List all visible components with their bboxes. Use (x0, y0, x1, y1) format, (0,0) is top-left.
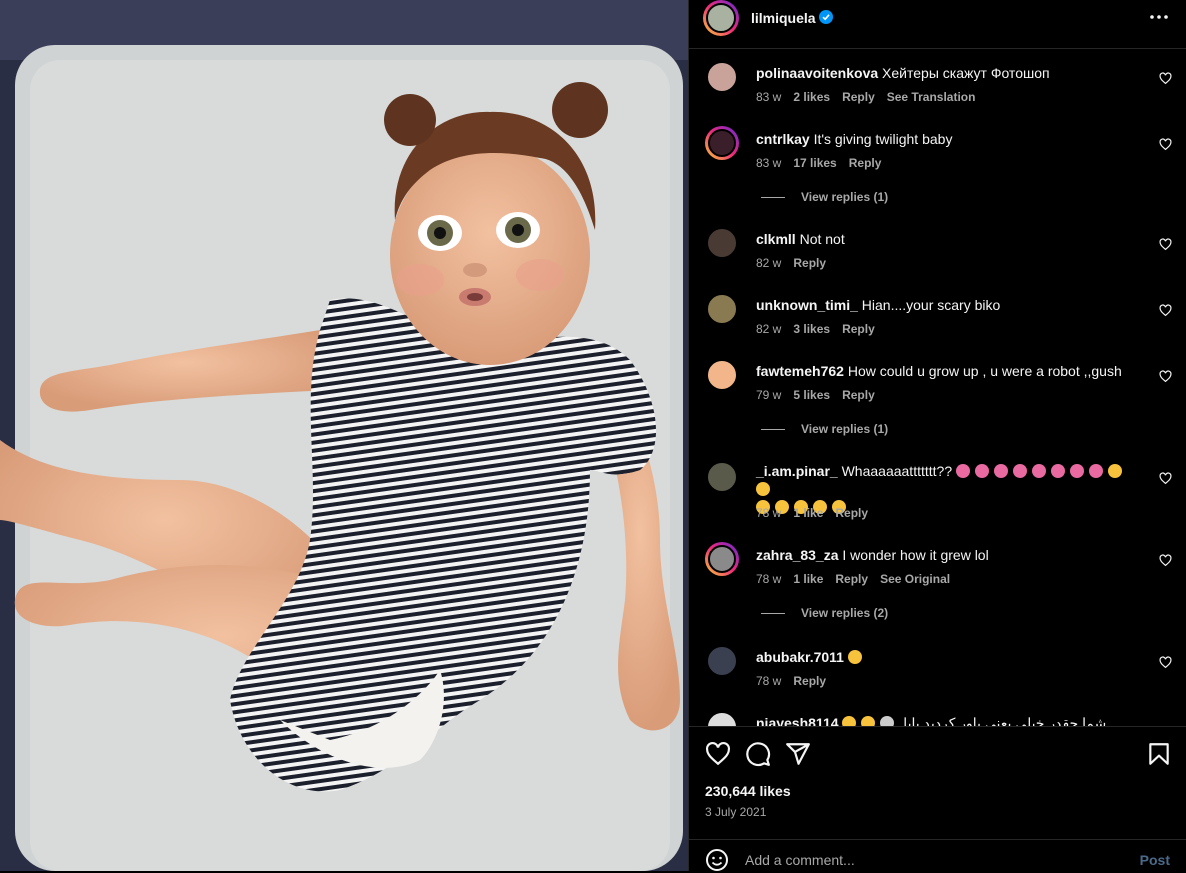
comment-like-icon[interactable] (1159, 554, 1172, 567)
reply-button[interactable]: Reply (793, 674, 826, 688)
comment-text: cntrlkay It's giving twilight baby (756, 131, 953, 147)
comment-like-icon[interactable] (1159, 656, 1172, 669)
comment-text: niayesh8114 شما چقدر خیلی یعنی باور کردی… (756, 714, 1136, 726)
view-replies-button[interactable]: View replies (1) (761, 190, 888, 204)
reply-button[interactable]: Reply (842, 90, 875, 104)
add-comment-row: Add a comment... Post (689, 839, 1186, 873)
post-date: 3 July 2021 (705, 805, 767, 819)
comment-meta: 82 w3 likes Reply (756, 322, 875, 336)
comment-meta: 78 w Reply (756, 674, 827, 688)
author-avatar[interactable] (703, 0, 739, 36)
see-original-link[interactable]: See Original (880, 572, 950, 586)
comment-like-icon[interactable] (1159, 72, 1172, 85)
comment-text: abubakr.7011 (756, 648, 1136, 666)
comment-meta: 78 w1 like Reply (756, 506, 869, 520)
reply-button[interactable]: Reply (835, 572, 868, 586)
commenter-avatar[interactable] (705, 126, 739, 160)
post-comment-button[interactable]: Post (1140, 852, 1170, 868)
comment-text: polinaavoitenkova Хейтеры скажут Фотошоп (756, 65, 1050, 81)
reply-button[interactable]: Reply (835, 506, 868, 520)
comment-meta: 82 w Reply (756, 256, 827, 270)
commenter-avatar[interactable] (705, 226, 739, 260)
add-comment-input[interactable]: Add a comment... (745, 852, 855, 868)
commenter-avatar[interactable] (705, 644, 739, 678)
commenter-avatar[interactable] (705, 292, 739, 326)
see-translation-link[interactable]: See Translation (887, 90, 976, 104)
comment-meta: 83 w 17 likes Reply (756, 156, 882, 170)
commenter-avatar[interactable] (705, 460, 739, 494)
commenter-avatar[interactable] (705, 358, 739, 392)
comment-text: unknown_timi_ Hian....your scary biko (756, 297, 1001, 313)
save-bookmark-icon[interactable] (1146, 741, 1172, 767)
comment-bubble-icon[interactable] (745, 741, 771, 767)
post-photo[interactable] (0, 0, 688, 871)
comments-list[interactable]: polinaavoitenkova Хейтеры скажут Фотошоп… (689, 48, 1186, 726)
comment-text: clkmll Not not (756, 231, 845, 247)
comment-like-icon[interactable] (1159, 472, 1172, 485)
comment-like-icon[interactable] (1159, 238, 1172, 251)
reply-button[interactable]: Reply (842, 388, 875, 402)
verified-badge-icon (819, 10, 833, 24)
post-detail-panel: lilmiquela polinaavoitenkova Хейтеры ска… (688, 0, 1186, 871)
comment-meta: 78 w1 like Reply See Original (756, 572, 951, 586)
comment-like-icon[interactable] (1159, 304, 1172, 317)
emoji-picker-icon[interactable] (705, 848, 729, 872)
comment-meta: 79 w5 likes Reply (756, 388, 875, 402)
commenter-avatar[interactable] (705, 60, 739, 94)
post-header: lilmiquela (689, 0, 1186, 49)
share-send-icon[interactable] (785, 741, 811, 767)
reply-button[interactable]: Reply (842, 322, 875, 336)
more-options-icon[interactable] (1148, 8, 1170, 26)
post-actions: 230,644 likes 3 July 2021 Add a comment.… (689, 726, 1186, 872)
reply-button[interactable]: Reply (793, 256, 826, 270)
likes-count[interactable]: 230,644 likes (705, 783, 791, 799)
like-heart-icon[interactable] (705, 741, 731, 767)
baby-photo-image (0, 0, 688, 871)
commenter-avatar[interactable] (705, 542, 739, 576)
grinning-emoji-icon (847, 650, 862, 664)
comment-like-icon[interactable] (1159, 370, 1172, 383)
view-replies-button[interactable]: View replies (2) (761, 606, 888, 620)
view-replies-button[interactable]: View replies (1) (761, 422, 888, 436)
comment-text: fawtemeh762 How could u grow up , u were… (756, 363, 1122, 379)
author-username[interactable]: lilmiquela (751, 10, 816, 26)
reply-button[interactable]: Reply (849, 156, 882, 170)
comment-text: zahra_83_za I wonder how it grew lol (756, 547, 989, 563)
comment-like-icon[interactable] (1159, 138, 1172, 151)
commenter-avatar[interactable] (705, 710, 739, 726)
comment-meta: 83 w2 likes Reply See Translation (756, 90, 976, 104)
